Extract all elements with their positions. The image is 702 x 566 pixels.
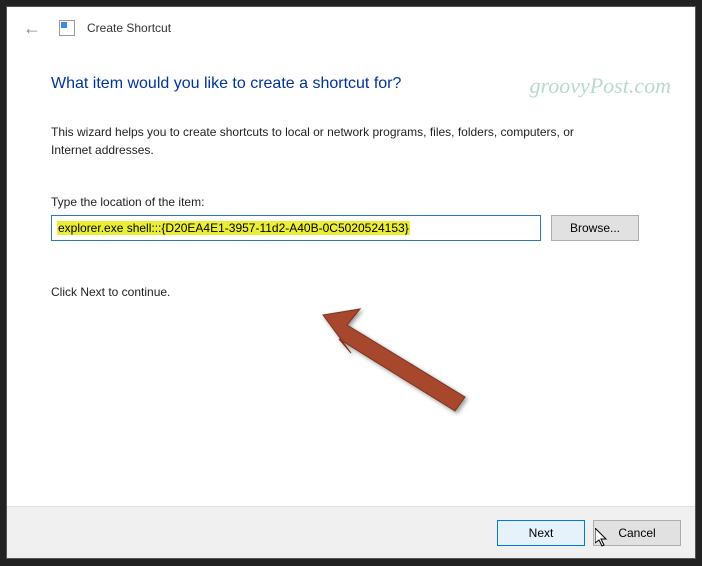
content-area: groovyPost.com What item would you like …	[7, 49, 695, 506]
location-input[interactable]: explorer.exe shell:::{D20EA4E1-3957-11d2…	[51, 215, 541, 241]
location-row: explorer.exe shell:::{D20EA4E1-3957-11d2…	[51, 215, 651, 241]
location-value: explorer.exe shell:::{D20EA4E1-3957-11d2…	[57, 221, 410, 235]
back-arrow-icon[interactable]: ←	[17, 16, 47, 41]
annotation-arrow-icon	[305, 297, 485, 417]
cancel-button[interactable]: Cancel	[593, 520, 681, 546]
continue-instruction: Click Next to continue.	[51, 285, 651, 299]
shortcut-icon	[59, 20, 75, 36]
browse-button[interactable]: Browse...	[551, 215, 639, 241]
titlebar: ← Create Shortcut	[7, 7, 695, 49]
create-shortcut-window: ← Create Shortcut groovyPost.com What it…	[6, 6, 696, 559]
wizard-description: This wizard helps you to create shortcut…	[51, 123, 611, 159]
window-title: Create Shortcut	[87, 21, 171, 35]
page-heading: What item would you like to create a sho…	[51, 75, 651, 93]
footer-bar: Next Cancel	[7, 506, 695, 558]
next-button[interactable]: Next	[497, 520, 585, 546]
location-label: Type the location of the item:	[51, 195, 651, 209]
